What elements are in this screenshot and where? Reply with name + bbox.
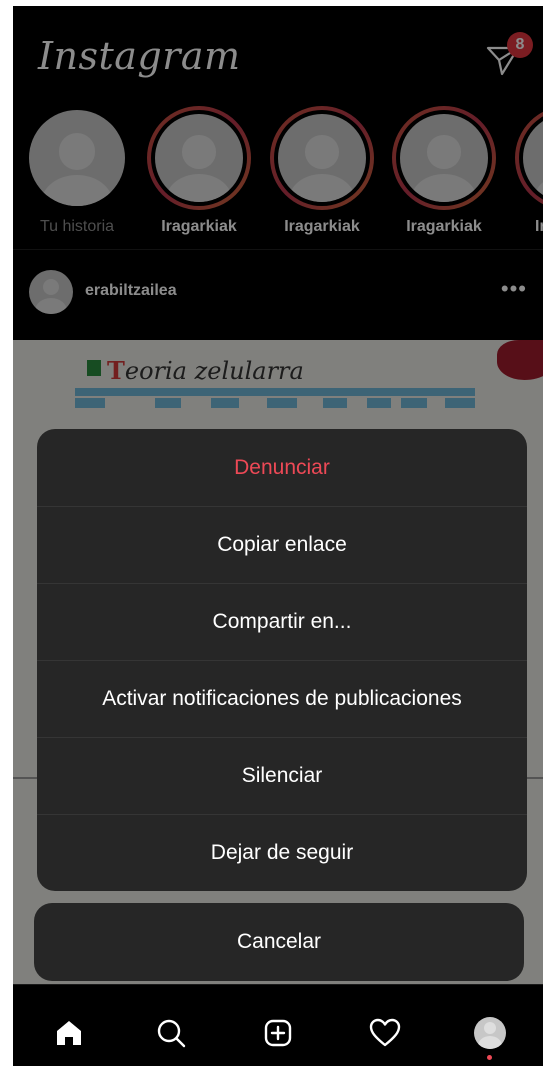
search-icon — [157, 1019, 186, 1048]
copy-link-button[interactable]: Copiar enlace — [37, 506, 527, 583]
unfollow-button[interactable]: Dejar de seguir — [37, 814, 527, 891]
heart-icon — [369, 1018, 401, 1047]
nav-search[interactable] — [149, 1011, 193, 1055]
screen: Instagram 8 Tu historia Iragarkiak Iraga… — [13, 6, 543, 1066]
home-icon — [57, 1021, 81, 1045]
nav-home[interactable] — [47, 1011, 91, 1055]
action-sheet: Denunciar Copiar enlace Compartir en... … — [37, 429, 527, 891]
report-button[interactable]: Denunciar — [37, 429, 527, 506]
nav-activity[interactable] — [363, 1011, 407, 1055]
share-to-button[interactable]: Compartir en... — [37, 583, 527, 660]
new-post-icon — [264, 1019, 292, 1047]
nav-new-post[interactable] — [256, 1011, 300, 1055]
cancel-button[interactable]: Cancelar — [34, 903, 524, 981]
turn-on-post-notifications-button[interactable]: Activar notificaciones de publicaciones — [37, 660, 527, 737]
profile-icon — [474, 1017, 506, 1049]
profile-notification-dot — [487, 1055, 492, 1060]
nav-profile[interactable] — [468, 1011, 512, 1055]
mute-button[interactable]: Silenciar — [37, 737, 527, 814]
bottom-nav — [13, 984, 543, 1066]
